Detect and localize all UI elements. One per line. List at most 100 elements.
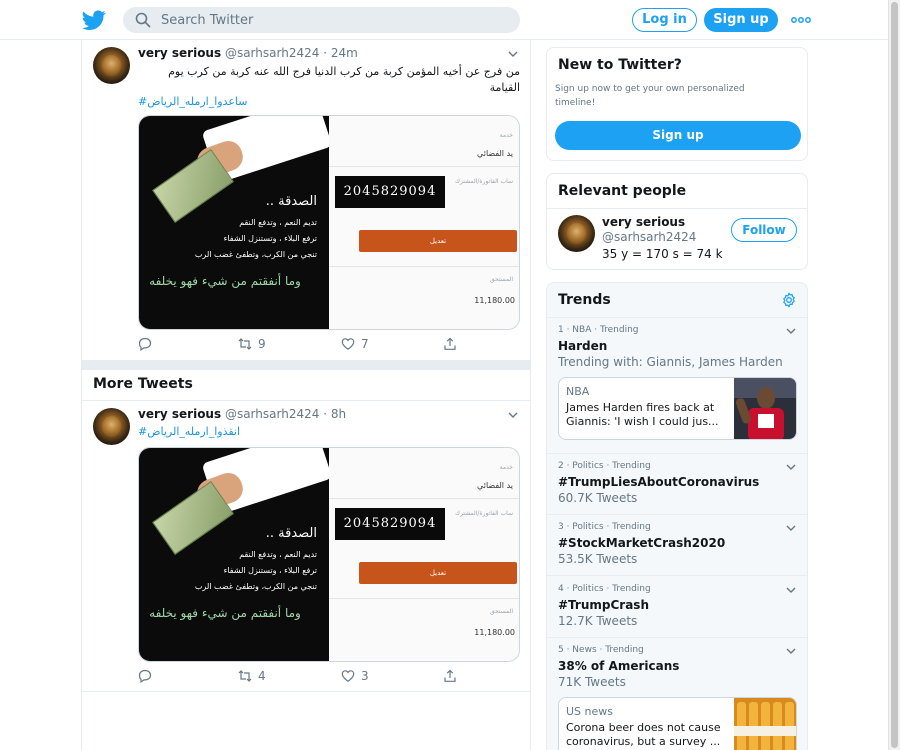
trend-subtext: Trending with: Giannis, James Harden — [558, 355, 783, 369]
chevron-down-icon[interactable] — [785, 522, 797, 534]
trend-meta: 5 · News · Trending — [558, 645, 644, 655]
person-handle[interactable]: @sarhsarh2424 — [602, 230, 696, 244]
trend-item[interactable]: 3 · Politics · Trending #StockMarketCras… — [547, 522, 807, 574]
like-count: 3 — [361, 669, 369, 683]
more-dots-icon[interactable] — [790, 11, 812, 29]
share-button[interactable] — [443, 669, 457, 683]
like-button[interactable]: 3 — [341, 669, 369, 683]
tweet-author-name[interactable]: very serious — [138, 407, 221, 421]
search-box[interactable] — [123, 7, 520, 33]
trend-meta: 4 · Politics · Trending — [558, 584, 651, 594]
trend-subtext: 53.5K Tweets — [558, 552, 638, 566]
tweet[interactable]: very serious @sarhsarh2424 · 24m من فرج … — [82, 40, 530, 360]
reply-icon — [138, 669, 152, 683]
tweet-timestamp[interactable]: · 24m — [323, 46, 358, 60]
image-caption-line: ترفع البلاء ، وتستنزل الشفاء — [223, 566, 317, 575]
trend-subtext: 71K Tweets — [558, 675, 626, 689]
like-count: 7 — [361, 337, 369, 351]
reply-button[interactable] — [138, 669, 158, 683]
chevron-down-icon[interactable] — [785, 645, 797, 657]
relevant-people-card: Relevant people very serious @sarhsarh24… — [546, 173, 808, 270]
card-title: New to Twitter? — [558, 57, 682, 73]
tweet-image[interactable]: الصدقة .. تديم النعم ، وتدفع النقم ترفع … — [138, 447, 520, 662]
trend-name[interactable]: #StockMarketCrash2020 — [558, 536, 725, 550]
trend-subtext: 12.7K Tweets — [558, 614, 638, 628]
avatar[interactable] — [93, 47, 130, 84]
tweet-actions: 9 7 — [138, 337, 520, 353]
tweet-author-handle[interactable]: @sarhsarh2424 — [225, 46, 319, 60]
chevron-down-icon[interactable] — [785, 584, 797, 596]
image-caption-line: تنجي من الكرب، وتطفئ غضب الرب — [194, 250, 317, 259]
reply-button[interactable] — [138, 337, 158, 351]
bill-edit-button: تعديل — [359, 562, 517, 584]
trends-card: Trends 1 · NBA · Trending Harden Trendin… — [546, 282, 808, 750]
avatar[interactable] — [558, 215, 595, 252]
bill-label: المستحق — [489, 608, 513, 615]
bill-edit-button: تعديل — [359, 230, 517, 252]
bill-label: ساب الفاتورة/المشترك — [455, 510, 513, 517]
page-scrollbar[interactable] — [888, 0, 900, 750]
chevron-down-icon[interactable] — [507, 409, 519, 421]
retweet-button[interactable]: 9 — [238, 337, 266, 351]
section-gap — [82, 360, 530, 370]
card-subtitle: Sign up now to get your own personalized… — [555, 84, 745, 108]
tweet-hashtag[interactable]: #انقذوا_ارمله_الرياض — [138, 425, 240, 438]
retweet-count: 4 — [258, 669, 266, 683]
twitter-bird-icon[interactable] — [82, 8, 106, 32]
tweet-hashtag[interactable]: #ساعدوا_ارمله_الرياض — [138, 95, 247, 108]
tweet-header: very serious @sarhsarh2424 · 8h — [138, 407, 346, 421]
share-button[interactable] — [443, 337, 457, 351]
image-verse: وما أنفقتم من شيء فهو يخلفه — [149, 606, 301, 620]
login-button[interactable]: Log in — [632, 8, 697, 32]
tweet-author-name[interactable]: very serious — [138, 46, 221, 60]
gear-icon[interactable] — [781, 292, 797, 308]
bill-label: خدمة — [499, 132, 513, 139]
chevron-down-icon[interactable] — [785, 461, 797, 473]
chevron-down-icon[interactable] — [507, 48, 519, 60]
trend-name[interactable]: 38% of Americans — [558, 659, 679, 673]
trend-item[interactable]: 1 · NBA · Trending Harden Trending with:… — [547, 325, 807, 453]
trend-item[interactable]: 5 · News · Trending 38% of Americans 71K… — [547, 645, 807, 750]
divider — [82, 691, 530, 692]
heart-icon — [341, 670, 355, 682]
news-headline: James Harden fires back at Giannis: 'I w… — [566, 401, 719, 428]
timeline-column: very serious @sarhsarh2424 · 24m من فرج … — [81, 40, 531, 750]
sidebar-signup-button[interactable]: Sign up — [555, 121, 801, 150]
trend-item[interactable]: 4 · Politics · Trending #TrumpCrash 12.7… — [547, 584, 807, 636]
avatar[interactable] — [93, 408, 130, 445]
trend-name[interactable]: #TrumpCrash — [558, 598, 649, 612]
trend-meta: 1 · NBA · Trending — [558, 325, 639, 335]
heart-icon — [341, 338, 355, 350]
retweet-button[interactable]: 4 — [238, 669, 266, 683]
trend-meta: 2 · Politics · Trending — [558, 461, 651, 471]
retweet-icon — [238, 670, 252, 682]
trend-item[interactable]: 2 · Politics · Trending #TrumpLiesAboutC… — [547, 461, 807, 513]
signup-button[interactable]: Sign up — [704, 8, 778, 32]
trend-name[interactable]: Harden — [558, 339, 607, 353]
like-button[interactable]: 7 — [341, 337, 369, 351]
bill-number: 2045829094 — [335, 176, 445, 208]
tweet-author-handle[interactable]: @sarhsarh2424 — [225, 407, 319, 421]
card-title: Trends — [558, 292, 611, 308]
reply-icon — [138, 337, 152, 351]
trend-name[interactable]: #TrumpLiesAboutCoronavirus — [558, 475, 759, 489]
search-input[interactable] — [161, 12, 501, 28]
follow-button[interactable]: Follow — [731, 218, 797, 242]
tweet[interactable]: very serious @sarhsarh2424 · 8h #انقذوا_… — [82, 401, 530, 691]
share-icon — [444, 337, 456, 350]
bill-label: المستحق — [489, 276, 513, 283]
news-source: US news — [566, 705, 613, 718]
news-source: NBA — [566, 385, 590, 398]
more-tweets-heading: More Tweets — [93, 376, 193, 392]
news-headline: Corona beer does not cause coronavirus, … — [566, 721, 721, 748]
scrollbar-thumb[interactable] — [891, 2, 898, 748]
chevron-down-icon[interactable] — [785, 325, 797, 337]
bill-number: 2045829094 — [335, 508, 445, 540]
trend-news-card[interactable]: US news Corona beer does not cause coron… — [558, 697, 797, 750]
person-name[interactable]: very serious — [602, 215, 685, 229]
image-caption-line: تديم النعم ، وتدفع النقم — [239, 218, 317, 227]
trend-news-card[interactable]: NBA James Harden fires back at Giannis: … — [558, 377, 797, 440]
tweet-timestamp[interactable]: · 8h — [323, 407, 346, 421]
image-caption-line: تنجي من الكرب، وتطفئ غضب الرب — [194, 582, 317, 591]
tweet-image[interactable]: الصدقة .. تديم النعم ، وتدفع النقم ترفع … — [138, 115, 520, 330]
